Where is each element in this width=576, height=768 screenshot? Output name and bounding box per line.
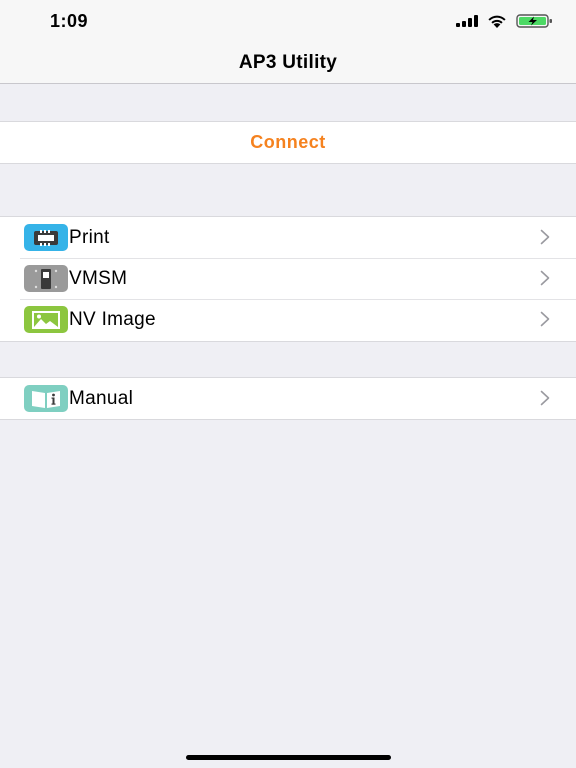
book-info-icon — [24, 385, 68, 412]
navigation-bar: AP3 Utility — [0, 42, 576, 84]
menu-item-nv-image[interactable]: NV Image — [0, 299, 576, 340]
menu-item-label: Print — [69, 226, 110, 248]
chevron-right-icon — [540, 311, 550, 327]
menu-item-vmsm[interactable]: VMSM — [0, 258, 576, 299]
menu-section: Print VMSM NV Image — [0, 216, 576, 342]
chevron-right-icon — [540, 229, 550, 245]
image-icon — [24, 306, 68, 333]
connect-section: Connect — [0, 121, 576, 164]
menu-item-print[interactable]: Print — [0, 217, 576, 258]
signal-icon — [456, 15, 478, 27]
connect-button[interactable]: Connect — [0, 122, 576, 163]
menu-item-label: VMSM — [69, 267, 128, 289]
status-icons — [456, 13, 554, 29]
chevron-right-icon — [540, 390, 550, 406]
status-bar: 1:09 — [0, 0, 576, 42]
menu-item-label: NV Image — [69, 308, 156, 330]
menu-item-manual[interactable]: Manual — [0, 378, 576, 419]
battery-charging-icon — [516, 14, 552, 28]
printer-icon — [24, 224, 68, 251]
home-indicator[interactable] — [186, 755, 391, 760]
chevron-right-icon — [540, 270, 550, 286]
status-time: 1:09 — [50, 11, 89, 31]
menu-item-label: Manual — [69, 387, 134, 409]
page-title: AP3 Utility — [238, 52, 338, 73]
manual-section: Manual — [0, 377, 576, 420]
wifi-icon — [488, 15, 506, 28]
switch-icon — [24, 265, 68, 292]
